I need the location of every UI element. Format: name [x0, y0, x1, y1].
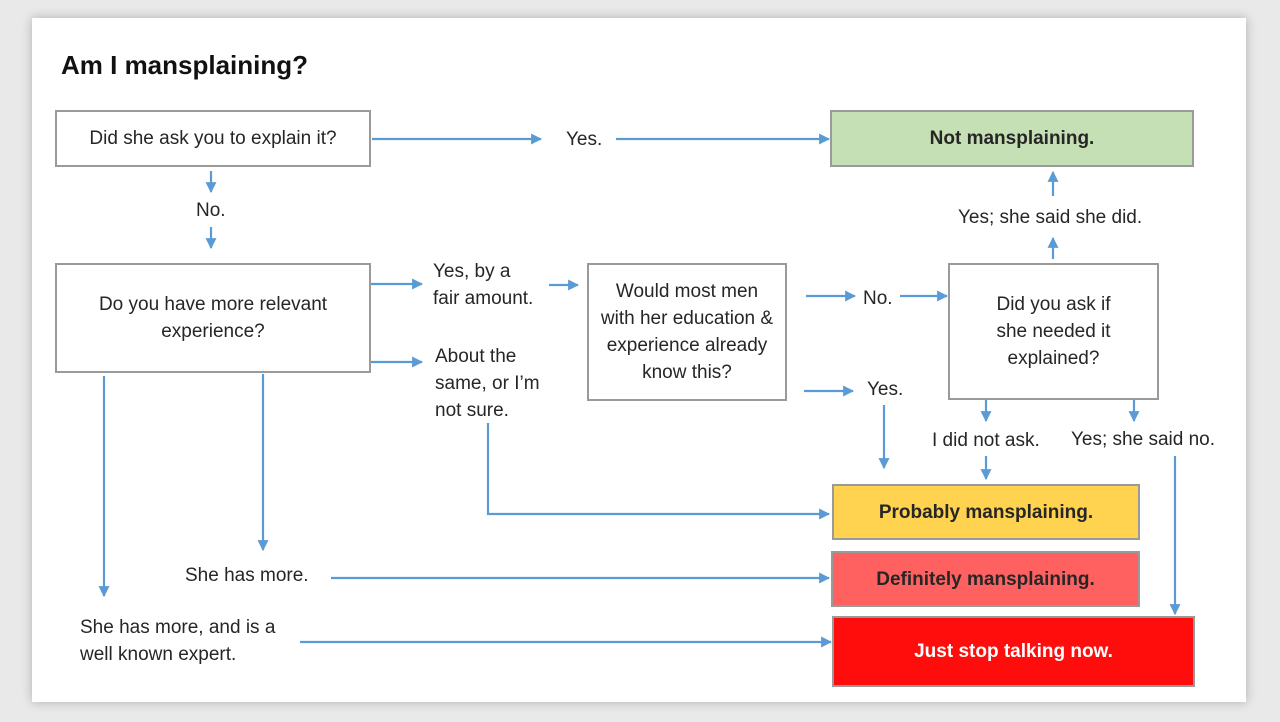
page-title: Am I mansplaining? [61, 50, 309, 80]
outcome-not-text: Not mansplaining. [929, 128, 1095, 149]
outcome-definitely-mansplaining: Definitely mansplaining. [831, 551, 1140, 607]
edge-label-she-expert: She has more, and is a well known expert… [80, 617, 276, 665]
edge-label-exp-yes-fair: Yes, by a fair amount. [433, 261, 534, 309]
edge-label-asked-yes: Yes. [566, 129, 603, 150]
edge-label-men-no: No. [863, 288, 893, 309]
edge-label-did-not-ask: I did not ask. [932, 430, 1040, 451]
outcome-definitely-text: Definitely mansplaining. [876, 568, 1095, 590]
question-most-men-box: Would most men with her education & expe… [587, 263, 787, 401]
outcome-probably-mansplaining: Probably mansplaining. [832, 484, 1140, 540]
edge-label-she-has-more: She has more. [185, 565, 309, 586]
edge-label-said-no: Yes; she said no. [1071, 429, 1216, 450]
edge-label-asked-no: No. [196, 200, 226, 221]
question-experience-box: Do you have more relevant experience? [55, 263, 371, 373]
question-experience-text: Do you have more relevant experience? [98, 294, 328, 342]
edge-label-exp-same: About the same, or I’m not sure. [435, 346, 540, 421]
question-most-men-text: Would most men with her education & expe… [600, 281, 774, 383]
edge-label-men-yes: Yes. [867, 379, 904, 400]
outcome-stop-talking: Just stop talking now. [832, 616, 1195, 687]
question-asked-box: Did she ask you to explain it? [55, 110, 371, 167]
question-did-you-ask-box: Did you ask if she needed it explained? [948, 263, 1159, 400]
question-did-you-ask-text: Did you ask if she needed it explained? [996, 294, 1111, 369]
outcome-probably-text: Probably mansplaining. [878, 501, 1094, 523]
outcome-not-mansplaining: Not mansplaining. [830, 110, 1194, 167]
edge-label-said-did: Yes; she said she did. [958, 207, 1143, 228]
question-asked-text: Did she ask you to explain it? [89, 128, 337, 149]
outcome-stop-text: Just stop talking now. [914, 641, 1113, 662]
